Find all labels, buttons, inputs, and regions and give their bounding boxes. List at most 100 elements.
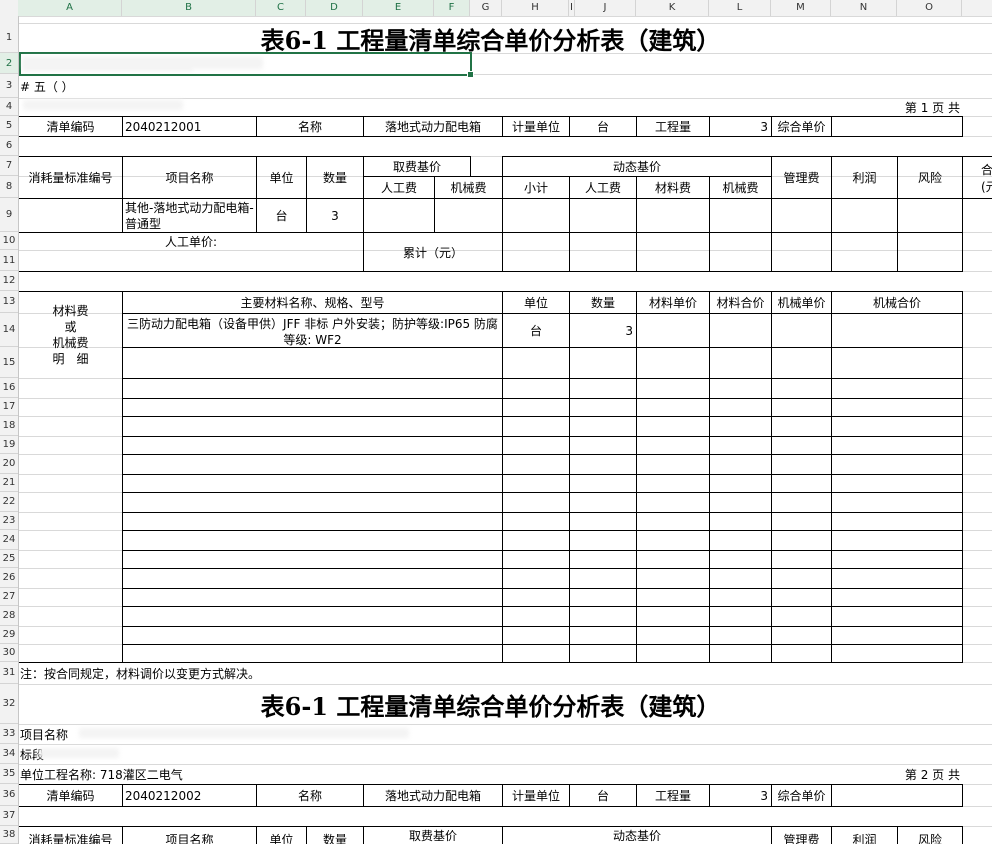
material-empty-cell[interactable] — [636, 436, 710, 455]
sheet2-item-code-label[interactable]: 清单编码 — [19, 784, 123, 807]
material-empty-cell[interactable] — [709, 347, 772, 379]
material-empty-cell[interactable] — [709, 378, 772, 399]
cumulative-empty-cell[interactable] — [636, 232, 710, 272]
material-empty-cell[interactable] — [502, 568, 570, 589]
sheet2-page-indicator[interactable]: 第 2 页 共 — [771, 764, 963, 785]
row-header-28[interactable]: 28 — [0, 606, 18, 626]
row9-qty[interactable]: 3 — [306, 198, 364, 233]
column-header-b[interactable]: B — [122, 0, 256, 16]
material-empty-cell[interactable] — [771, 530, 832, 551]
material-empty-cell[interactable] — [569, 550, 637, 569]
material-empty-row[interactable] — [122, 416, 503, 437]
cumulative-empty-cell[interactable] — [709, 232, 772, 272]
material-empty-row[interactable] — [122, 644, 503, 663]
row-header-16[interactable]: 16 — [0, 378, 18, 398]
row-header-30[interactable]: 30 — [0, 644, 18, 662]
row-header-1[interactable]: 1 — [0, 23, 18, 53]
material-empty-cell[interactable] — [831, 568, 963, 589]
material-empty-cell[interactable] — [636, 512, 710, 531]
material-row-unit[interactable]: 台 — [502, 313, 570, 348]
base-labor-header[interactable]: 人工费 — [363, 176, 435, 199]
dyn-labor-header[interactable]: 人工费 — [569, 176, 637, 199]
dyn-subtotal-header[interactable]: 小计 — [502, 176, 570, 199]
sheet2-item-code-value[interactable]: 2040212002 — [122, 784, 257, 807]
material-empty-cell[interactable] — [636, 588, 710, 607]
material-empty-cell[interactable] — [709, 512, 772, 531]
row-header-27[interactable]: 27 — [0, 588, 18, 606]
machine-unit-price-header[interactable]: 机械单价 — [771, 291, 832, 314]
material-empty-cell[interactable] — [709, 436, 772, 455]
row9-empty-cell[interactable] — [502, 198, 570, 233]
column-header-f[interactable]: F — [434, 0, 470, 16]
risk-header[interactable]: 风险 — [897, 156, 963, 199]
sheet2-std-code-header[interactable]: 消耗量标准编号 — [19, 826, 123, 844]
qty-label[interactable]: 工程量 — [636, 116, 710, 137]
material-qty-header[interactable]: 数量 — [569, 291, 637, 314]
material-empty-cell[interactable] — [502, 492, 570, 513]
material-empty-cell[interactable] — [569, 606, 637, 627]
material-empty-cell[interactable] — [502, 454, 570, 475]
material-empty-cell[interactable] — [636, 606, 710, 627]
row9-unit[interactable]: 台 — [256, 198, 307, 233]
material-empty-row[interactable] — [122, 398, 503, 417]
row-header-22[interactable]: 22 — [0, 492, 18, 512]
material-empty-row[interactable] — [122, 606, 503, 627]
cumulative-empty-cell[interactable] — [831, 232, 898, 272]
material-empty-cell[interactable] — [502, 347, 570, 379]
material-empty-cell[interactable] — [771, 550, 832, 569]
column-header-c[interactable]: C — [256, 0, 306, 16]
row-header-26[interactable]: 26 — [0, 568, 18, 588]
material-empty-cell[interactable] — [636, 492, 710, 513]
cumulative-empty-cell[interactable] — [569, 232, 637, 272]
material-empty-cell[interactable] — [569, 347, 637, 379]
cumulative-label[interactable]: 累计（元） — [363, 232, 503, 272]
row-header-23[interactable]: 23 — [0, 512, 18, 530]
unit-price-label[interactable]: 综合单价 — [771, 116, 832, 137]
material-empty-cell[interactable] — [709, 416, 772, 437]
material-empty-cell[interactable] — [502, 436, 570, 455]
material-empty-cell[interactable] — [771, 436, 832, 455]
material-empty-cell[interactable] — [569, 454, 637, 475]
material-empty-cell[interactable] — [636, 398, 710, 417]
sheet2-risk-header[interactable]: 风险 — [897, 826, 963, 844]
row-header-33[interactable]: 33 — [0, 724, 18, 744]
column-header-d[interactable]: D — [306, 0, 363, 16]
column-header-k[interactable]: K — [636, 0, 709, 16]
material-empty-cell[interactable] — [709, 644, 772, 663]
sheet2-profit-header[interactable]: 利润 — [831, 826, 898, 844]
material-empty-cell[interactable] — [502, 378, 570, 399]
sheet2-qty-header[interactable]: 数量 — [306, 826, 364, 844]
material-empty-cell[interactable] — [831, 398, 963, 417]
material-row-empty[interactable] — [709, 313, 772, 348]
material-empty-cell[interactable] — [569, 398, 637, 417]
row9-empty-cell[interactable] — [636, 198, 710, 233]
row-header-4[interactable]: 4 — [0, 98, 18, 116]
material-empty-cell[interactable] — [502, 416, 570, 437]
base-price-header[interactable]: 取费基价 — [363, 156, 471, 177]
profit-header[interactable]: 利润 — [831, 156, 898, 199]
sheet2-unit-label[interactable]: 计量单位 — [502, 784, 570, 807]
material-empty-cell[interactable] — [831, 512, 963, 531]
material-empty-cell[interactable] — [636, 530, 710, 551]
row-header-15[interactable]: 15 — [0, 347, 18, 378]
row-header-29[interactable]: 29 — [0, 626, 18, 644]
material-empty-cell[interactable] — [831, 347, 963, 379]
material-empty-cell[interactable] — [831, 378, 963, 399]
column-header-j[interactable]: J — [575, 0, 636, 16]
material-empty-row[interactable] — [122, 588, 503, 607]
labor-unit-price[interactable]: 人工单价: — [19, 232, 364, 251]
row-header-10[interactable]: 10 — [0, 232, 18, 250]
material-empty-cell[interactable] — [771, 416, 832, 437]
material-empty-row[interactable] — [122, 512, 503, 531]
material-empty-cell[interactable] — [569, 436, 637, 455]
material-empty-cell[interactable] — [831, 530, 963, 551]
row-header-7[interactable]: 7 — [0, 156, 18, 176]
material-empty-cell[interactable] — [709, 492, 772, 513]
name-label[interactable]: 名称 — [256, 116, 364, 137]
row-header-36[interactable]: 36 — [0, 784, 18, 806]
cumulative-empty-cell[interactable] — [771, 232, 832, 272]
sheet2-unit-value[interactable]: 台 — [569, 784, 637, 807]
material-empty-row[interactable] — [122, 347, 503, 379]
material-empty-cell[interactable] — [502, 606, 570, 627]
column-header-m[interactable]: M — [771, 0, 831, 16]
